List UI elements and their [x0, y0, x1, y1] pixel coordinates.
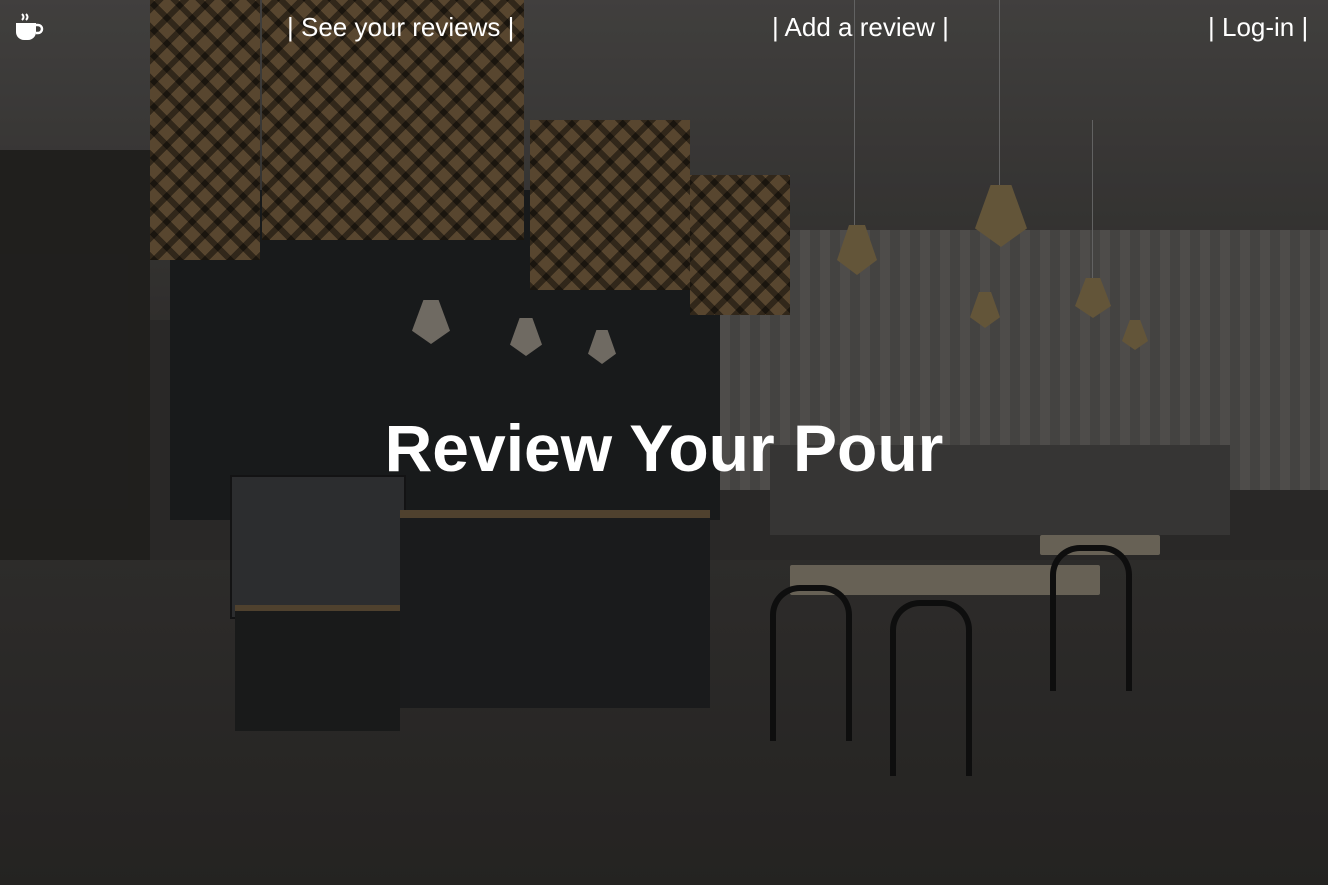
hero-section: | See your reviews | | Add a review | | …	[0, 0, 1328, 885]
page-title: Review Your Pour	[384, 411, 944, 485]
top-nav: | See your reviews | | Add a review | | …	[0, 0, 1328, 56]
nav-link-see-reviews[interactable]: | See your reviews |	[287, 10, 514, 44]
nav-link-login[interactable]: | Log-in |	[1208, 10, 1308, 44]
nav-link-add-review[interactable]: | Add a review |	[772, 10, 949, 44]
coffee-cup-icon[interactable]	[14, 12, 44, 42]
